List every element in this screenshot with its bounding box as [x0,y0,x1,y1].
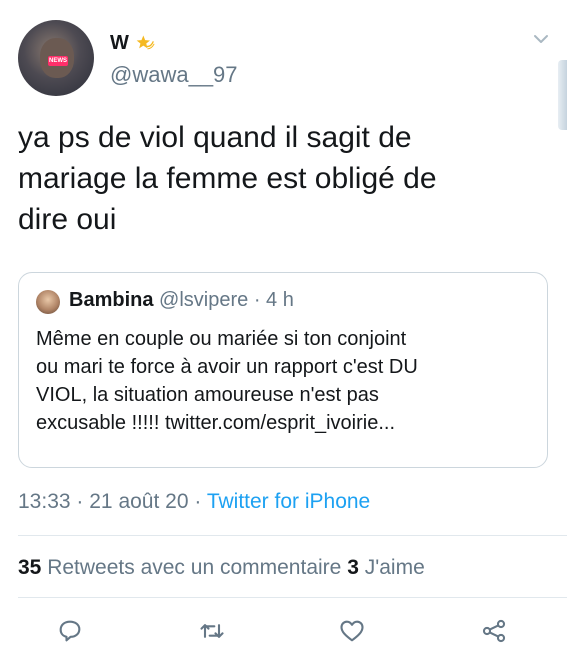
tweet-date: 21 août 20 [89,490,189,513]
quoted-tweet-header: Bambina @lsvipere · 4 h [69,289,294,312]
quoted-separator: · [253,289,261,311]
meta-separator-1: · [76,490,84,513]
tweet-source-link[interactable]: Twitter for iPhone [207,490,370,513]
like-icon[interactable] [338,617,366,645]
quoted-time: 4 h [266,289,294,311]
author-avatar[interactable]: NEWS [18,20,94,96]
share-icon[interactable] [480,617,508,645]
divider-top [18,535,567,536]
quoted-author-handle: @lsvipere [159,289,249,311]
quoted-tweet-card[interactable]: Bambina @lsvipere · 4 h Même en couple o… [18,272,548,468]
quoted-author-name: Bambina [69,289,154,311]
tweet-meta: 13:33 · 21 août 20 · Twitter for iPhone [18,490,370,514]
retweet-icon[interactable] [198,617,226,645]
tweet-text: ya ps de viol quand il sagit de mariage … [18,121,437,236]
meta-separator-2: · [194,490,202,513]
author-name[interactable]: W [110,32,129,55]
chevron-down-icon[interactable] [532,30,550,48]
retweets-label: Retweets avec un commentaire [47,556,342,579]
quoted-tweet-text: Même en couple ou mariée si ton conjoint… [36,328,418,434]
star-icon [136,35,155,50]
author-name-row[interactable]: W [110,30,155,56]
retweets-stat[interactable]: 35 Retweets avec un commentaire [18,556,347,579]
tweet-time: 13:33 [18,490,71,513]
reply-icon[interactable] [56,617,84,645]
scroll-edge [558,60,567,130]
likes-label: J'aime [364,556,425,579]
avatar-cap-badge: NEWS [48,56,68,66]
likes-count: 3 [347,556,359,579]
likes-stat[interactable]: 3 J'aime [347,556,425,579]
author-handle[interactable]: @wawa__97 [110,62,238,88]
divider-bottom [18,597,567,598]
quoted-author-avatar [36,290,60,314]
tweet-stats: 35 Retweets avec un commentaire 3 J'aime [18,556,425,580]
retweets-count: 35 [18,556,42,579]
